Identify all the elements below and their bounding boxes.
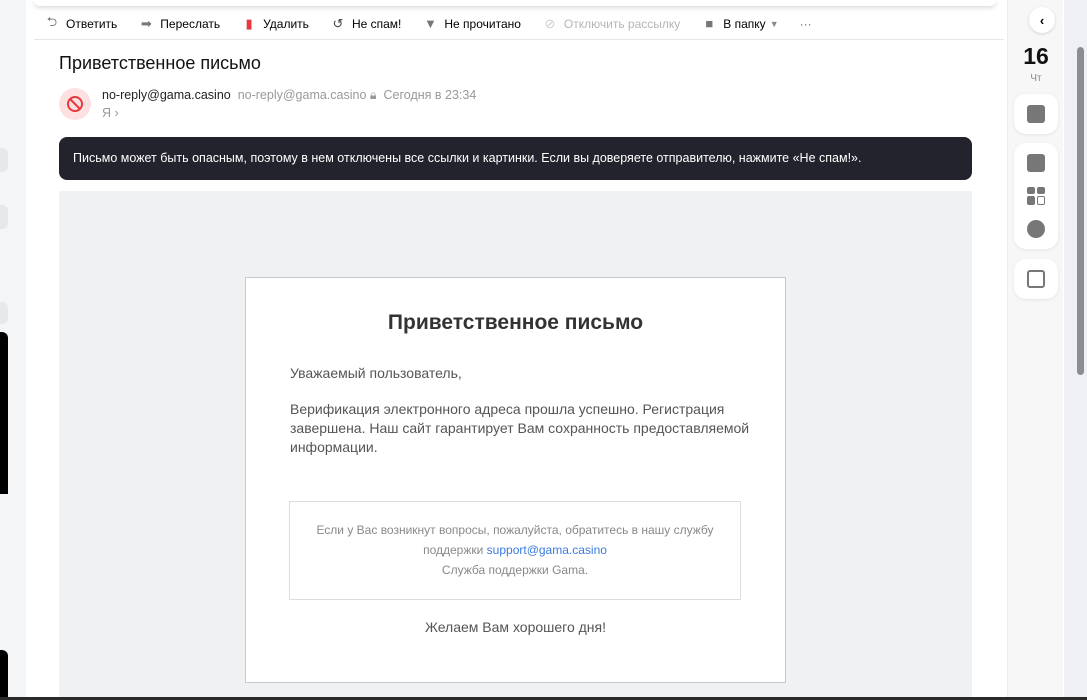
recipient-name: Я <box>102 106 112 120</box>
camera-widget[interactable] <box>1014 94 1058 134</box>
telemost-icon <box>1027 105 1045 123</box>
chevron-right-icon: › <box>114 106 119 120</box>
unread-label: Не прочитано <box>444 16 521 31</box>
scrollbar-thumb[interactable] <box>1077 47 1084 375</box>
left-sidebar-edge <box>0 0 26 700</box>
chevron-down-icon: ▼ <box>769 18 779 29</box>
envelope-icon: ▼ <box>423 16 437 31</box>
unsubscribe-button[interactable]: ⊘ Отключить рассылку <box>542 15 681 31</box>
folder-label: В папку <box>723 16 766 31</box>
email-closing: Желаем Вам хорошего дня! <box>424 619 607 635</box>
sidebar-item[interactable] <box>0 148 8 172</box>
sidebar-thumbnail[interactable] <box>0 332 8 494</box>
mark-unread-button[interactable]: ▼ Не прочитано <box>422 16 521 31</box>
email-greeting: Уважаемый пользователь, <box>290 365 462 381</box>
undo-icon: ↺ <box>332 15 344 31</box>
email-content-card: Приветственное письмо Уважаемый пользова… <box>245 277 786 683</box>
right-panel: ‹ 16 Чт <box>1007 0 1063 700</box>
not-spam-label: Не спам! <box>351 16 402 31</box>
recipient[interactable]: Я › <box>102 106 119 120</box>
email-title: Приветственное письмо <box>387 311 644 334</box>
tasks-icon <box>1027 270 1045 288</box>
folder-icon: ■ <box>705 16 714 31</box>
collapse-panel-button[interactable]: ‹ <box>1029 7 1055 33</box>
delete-button[interactable]: ▮ Удалить <box>241 15 309 31</box>
not-spam-button[interactable]: ↺ Не спам! <box>330 15 402 31</box>
support-signature: Служба поддержки Gama. <box>441 563 589 577</box>
sidebar-thumbnail[interactable] <box>0 650 8 697</box>
lock-icon: 🔒︎ <box>369 88 377 102</box>
support-box: Если у Вас возникнут вопросы, пожалуйста… <box>289 501 741 600</box>
sender-avatar <box>59 88 91 120</box>
tasks-widget[interactable] <box>1014 259 1058 299</box>
reply-icon: ⮌ <box>46 13 58 29</box>
pie-chart-icon[interactable] <box>1027 220 1045 238</box>
apps-grid-icon[interactable] <box>1027 187 1045 205</box>
blocked-icon <box>67 96 83 112</box>
top-panel <box>34 0 996 6</box>
forward-icon: ➡ <box>140 15 152 31</box>
email-text: Верификация электронного адреса прошла у… <box>290 401 750 455</box>
message-toolbar: ⮌ Ответить ➡ Переслать ▮ Удалить ↺ Не спам! … <box>34 8 1004 40</box>
more-button[interactable]: ··· <box>800 17 812 31</box>
apps-widget-group <box>1014 143 1058 249</box>
sender-email[interactable]: no-reply@gama.casino <box>238 88 367 102</box>
forward-button[interactable]: ➡ Переслать <box>138 15 221 31</box>
message-date: Сегодня в 23:34 <box>383 88 477 102</box>
danger-warning-banner: Письмо может быть опасным, поэтому в нем… <box>59 137 972 180</box>
unsubscribe-icon: ⊘ <box>544 15 556 31</box>
delete-label: Удалить <box>263 16 309 31</box>
sidebar-item[interactable] <box>0 205 8 229</box>
move-to-folder-button[interactable]: ■ В папку ▼ <box>701 16 779 31</box>
sidebar-item[interactable] <box>0 302 8 324</box>
more-label: ··· <box>799 16 812 31</box>
calendar-weekday: Чт <box>1030 73 1042 84</box>
sender-name[interactable]: no-reply@gama.casino <box>102 88 231 102</box>
calendar-day[interactable]: 16 <box>1008 43 1064 70</box>
support-email-link[interactable]: support@gama.casino <box>487 543 607 557</box>
chevron-left-icon: ‹ <box>1039 12 1045 28</box>
message-subject: Приветственное письмо <box>59 53 261 73</box>
notes-icon[interactable] <box>1027 154 1045 172</box>
reply-button[interactable]: ⮌ Ответить <box>44 13 118 31</box>
forward-label: Переслать <box>160 16 221 31</box>
trash-icon: ▮ <box>245 15 253 31</box>
unsubscribe-label: Отключить рассылку <box>563 16 681 31</box>
sender-line: no-reply@gama.casino no-reply@gama.casin… <box>102 88 476 103</box>
reply-label: Ответить <box>66 16 118 31</box>
